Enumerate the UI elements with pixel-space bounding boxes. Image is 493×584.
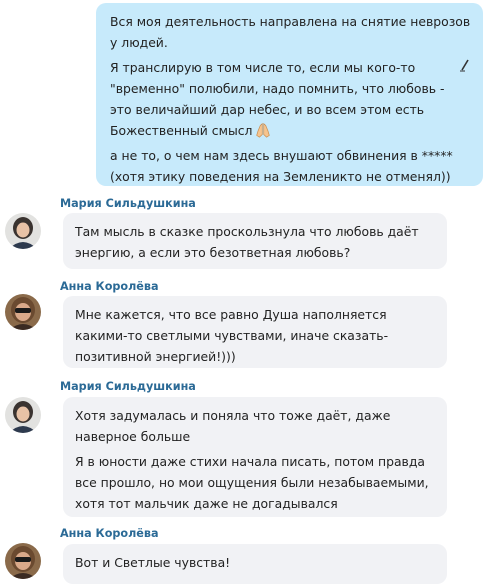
message-line: это величайший дар небес, и во всем этом… [110,102,425,117]
message-paragraph: Я в юности даже стихи начала писать, пот… [75,451,437,514]
message-line: "временно" полюбили, надо помнить, что л… [110,81,445,96]
message-line: у людей. [110,35,168,50]
message-line-with-emoji: Божественный смысл [110,120,473,141]
message-line: все прошло, но мои ощущения были незабыв… [75,475,429,490]
avatar[interactable] [5,294,41,330]
avatar[interactable] [5,543,41,579]
sender-name[interactable]: Анна Королёва [60,280,159,293]
message-line: хотя тот мальчик даже не догадывался [75,496,338,511]
message-line: Божественный смысл [110,123,253,138]
sender-name[interactable]: Анна Королёва [60,527,159,540]
incoming-message-bubble[interactable]: Вот и Светлые чувства! [63,544,447,584]
message-line: какими-то светлыми чувствами, иначе сказ… [75,328,389,343]
incoming-message-bubble[interactable]: Хотя задумалась и поняла что тоже даёт, … [63,397,447,517]
incoming-message-bubble[interactable]: Мне кажется, что все равно Душа наполняе… [63,296,447,368]
avatar-anna-icon [5,294,41,330]
message-line: Мне кажется, что все равно Душа наполняе… [75,307,387,322]
message-paragraph: Мне кажется, что все равно Душа наполняе… [75,304,437,367]
message-line: Я в юности даже стихи начала писать, пот… [75,454,426,469]
message-paragraph: Вся моя деятельность направлена на сняти… [110,11,473,53]
message-line: позитивной энергией!))) [75,349,236,364]
avatar-anna-icon [5,543,41,579]
sender-name[interactable]: Мария Сильдушкина [60,197,196,210]
praying-hands-icon [256,122,271,138]
message-line: (хотя этику поведения на Земленикто не о… [110,169,451,184]
message-paragraph: а не то, о чем нам здесь внушают обвинен… [110,145,473,187]
incoming-message-bubble[interactable]: Там мысль в сказке проскользнула что люб… [63,213,447,269]
message-line: наверное больше [75,429,191,444]
avatar[interactable] [5,397,41,433]
message-line: Там мысль в сказке проскользнула что люб… [75,224,419,239]
message-line: Я транслирую в том числе то, если мы ког… [110,60,416,75]
outgoing-message-bubble[interactable]: Вся моя деятельность направлена на сняти… [96,3,483,186]
message-line: Хотя задумалась и поняла что тоже даёт, … [75,408,391,423]
message-line: Вся моя деятельность направлена на сняти… [110,14,471,29]
message-line: Вот и Светлые чувства! [75,555,231,570]
sender-name[interactable]: Мария Сильдушкина [60,380,196,393]
avatar-maria-icon [5,397,41,433]
message-line: а не то, о чем нам здесь внушают обвинен… [110,148,453,163]
avatar[interactable] [5,213,41,249]
message-paragraph: Там мысль в сказке проскользнула что люб… [75,221,437,263]
chat-conversation: Вся моя деятельность направлена на сняти… [0,0,493,584]
message-paragraph: Хотя задумалась и поняла что тоже даёт, … [75,405,437,447]
message-line: энергию, а если это безответная любовь? [75,245,351,260]
message-paragraph: Вот и Светлые чувства! [75,552,437,573]
message-paragraph: Я транслирую в том числе то, если мы ког… [110,57,473,141]
edit-pencil-icon[interactable] [459,58,471,72]
avatar-maria-icon [5,213,41,249]
